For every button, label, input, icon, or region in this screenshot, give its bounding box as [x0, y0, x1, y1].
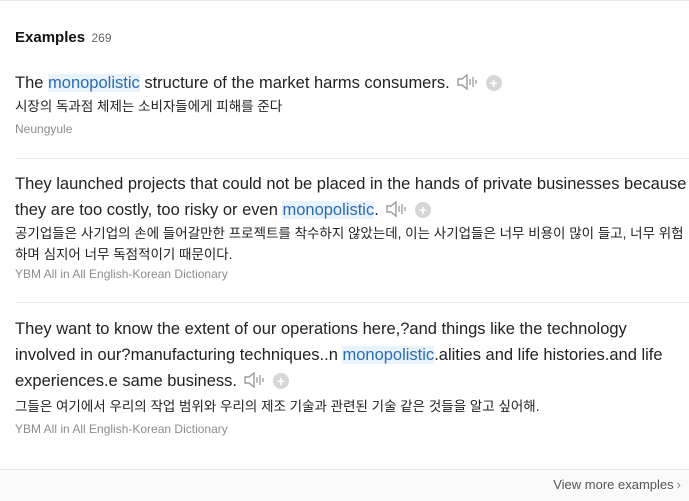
divider — [15, 302, 689, 303]
view-more-examples-link[interactable]: View more examples › — [553, 477, 681, 492]
example-source: YBM All in All English-Korean Dictionary — [15, 267, 228, 281]
example-translation-ko: 시장의 독과점 체제는 소비자들에게 피해를 준다 — [15, 99, 283, 114]
speaker-icon[interactable] — [385, 200, 409, 218]
example-item: They launched projects that could not be… — [15, 171, 687, 281]
speaker-icon[interactable] — [243, 371, 267, 389]
plus-icon[interactable]: + — [485, 75, 502, 91]
example-sentence-en: They launched projects that could not be… — [15, 175, 687, 219]
plus-icon[interactable]: + — [272, 373, 289, 389]
example-source: Neungyule — [15, 122, 73, 136]
divider — [15, 158, 689, 159]
example-sentence-en: The monopolistic structure of the market… — [15, 70, 687, 96]
speaker-icon[interactable] — [456, 73, 480, 91]
footer-bar: View more examples › — [0, 469, 689, 501]
highlighted-term[interactable]: monopolistic — [48, 74, 140, 92]
example-translation-ko: 공기업들은 사기업의 손에 들어갈만한 프로젝트를 착수하지 않았는데, 이는 … — [15, 226, 684, 262]
examples-title: Examples — [15, 29, 86, 46]
example-source: YBM All in All English-Korean Dictionary — [15, 422, 228, 436]
top-border — [0, 0, 689, 1]
example-item: They want to know the extent of our oper… — [15, 316, 687, 436]
example-item: The monopolistic structure of the market… — [15, 70, 687, 136]
examples-count: 269 — [91, 31, 112, 45]
highlighted-term[interactable]: monopolistic — [282, 201, 375, 219]
example-sentence-en: They want to know the extent of our oper… — [15, 320, 663, 390]
plus-icon[interactable]: + — [414, 202, 431, 218]
highlighted-term[interactable]: monopolistic — [342, 346, 435, 364]
example-translation-ko: 그들은 여기에서 우리의 작업 범위와 우리의 제조 기술과 관련된 기술 같은… — [15, 399, 540, 414]
examples-header: Examples 269 — [15, 29, 112, 47]
chevron-right-icon: › — [676, 477, 681, 492]
